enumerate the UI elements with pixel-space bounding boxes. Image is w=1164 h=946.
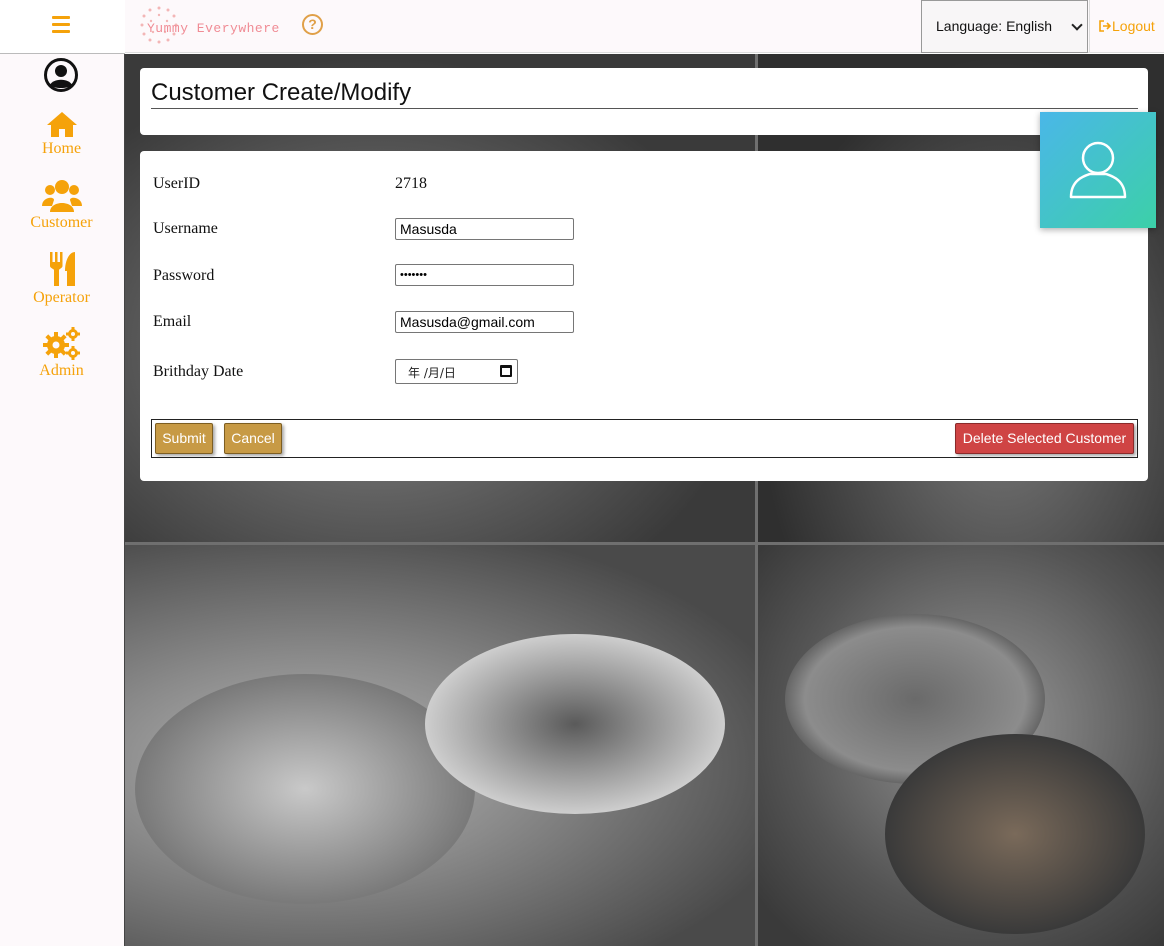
help-icon[interactable]: ? — [302, 14, 323, 35]
cogs-icon — [42, 327, 80, 360]
user-avatar-icon — [1069, 141, 1127, 199]
password-input[interactable]: ••••••• — [395, 264, 574, 286]
chevron-down-icon — [1071, 19, 1083, 31]
username-input[interactable]: Masusda — [395, 218, 574, 240]
user-circle-icon[interactable] — [43, 57, 79, 93]
birthday-date-input[interactable]: 年 /月/日 — [395, 359, 518, 384]
username-label: Username — [153, 220, 218, 237]
sidebar-item-operator[interactable]: Operator — [0, 251, 123, 307]
action-bar: Submit Cancel Delete Selected Customer — [151, 419, 1138, 458]
sidebar: Home Customer Operator Admin — [0, 0, 125, 946]
email-input[interactable]: Masusda@gmail.com — [395, 311, 574, 333]
cancel-button[interactable]: Cancel — [224, 423, 282, 454]
app-logo[interactable]: Yummy Everywhere — [139, 5, 299, 45]
sidebar-item-admin[interactable]: Admin — [0, 326, 123, 380]
sidebar-item-label: Customer — [30, 214, 93, 231]
avatar[interactable] — [1040, 112, 1156, 228]
top-bar: Yummy Everywhere ? Language: English Log… — [125, 0, 1164, 53]
email-label: Email — [153, 313, 192, 330]
calendar-icon[interactable] — [500, 365, 512, 377]
userid-value: 2718 — [395, 175, 427, 192]
menu-toggle-button[interactable] — [0, 0, 125, 54]
birthday-date-placeholder: 年 /月/日 — [408, 366, 456, 380]
birthday-label: Brithday Date — [153, 363, 244, 380]
delete-customer-button[interactable]: Delete Selected Customer — [955, 423, 1134, 454]
title-divider — [151, 108, 1138, 109]
sidebar-item-label: Home — [41, 140, 82, 157]
users-icon — [41, 180, 82, 212]
logout-link[interactable]: Logout — [1089, 0, 1164, 53]
page-title: Customer Create/Modify — [151, 79, 412, 106]
title-panel: Customer Create/Modify — [140, 68, 1148, 135]
language-select[interactable]: Language: English — [921, 0, 1088, 53]
sidebar-item-label: Operator — [33, 289, 90, 306]
sign-out-icon — [1099, 20, 1112, 32]
sidebar-item-customer[interactable]: Customer — [0, 178, 123, 232]
password-label: Password — [153, 267, 215, 284]
utensils-icon — [49, 252, 75, 286]
submit-button[interactable]: Submit — [155, 423, 213, 454]
language-select-value: Language: English — [936, 18, 1052, 34]
logo-text: Yummy Everywhere — [147, 21, 280, 36]
hamburger-icon — [52, 16, 70, 19]
sidebar-item-home[interactable]: Home — [0, 110, 123, 158]
logout-label: Logout — [1112, 18, 1155, 34]
sidebar-item-label: Admin — [39, 362, 84, 379]
home-icon — [46, 112, 77, 137]
userid-label: UserID — [153, 175, 201, 192]
customer-form: UserID 2718 Username Masusda Password ••… — [140, 151, 1148, 481]
